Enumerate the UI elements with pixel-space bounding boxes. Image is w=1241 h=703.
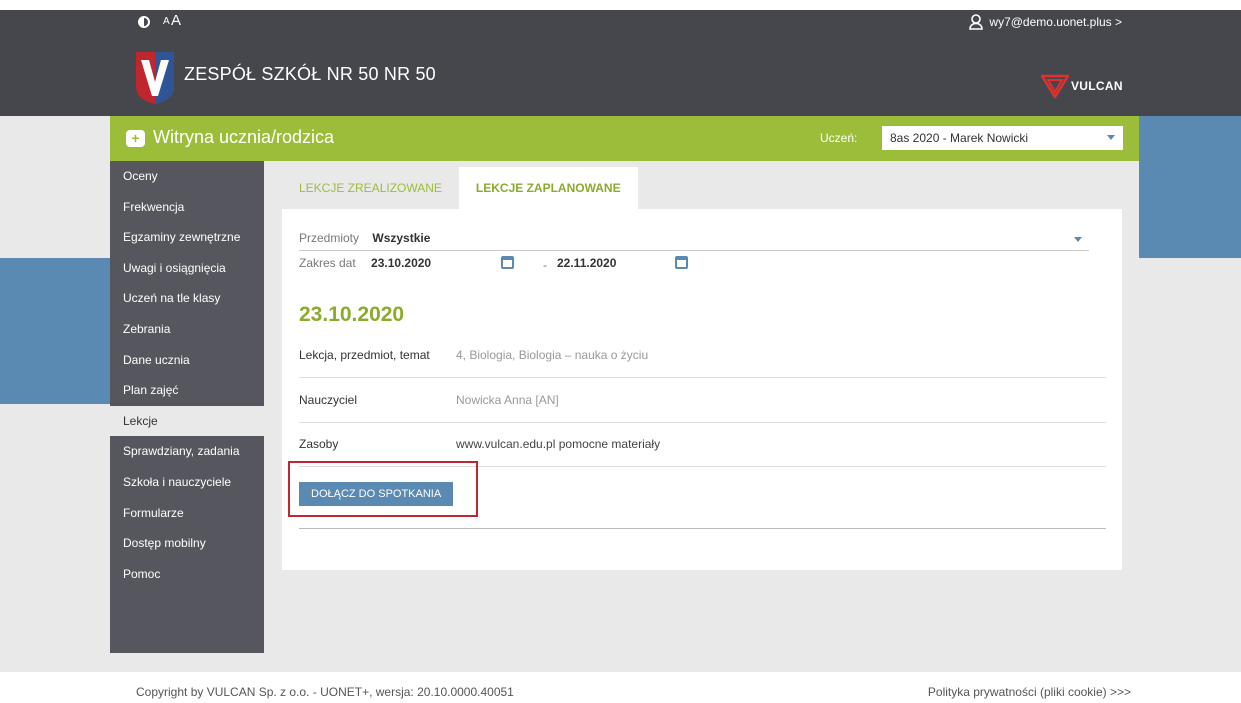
date-range-separator: - <box>543 258 547 272</box>
divider <box>299 528 1106 529</box>
font-size-small-button[interactable]: A <box>163 16 170 27</box>
resources-label: Zasoby <box>299 437 339 451</box>
school-name: ZESPÓŁ SZKÓŁ NR 50 NR 50 <box>184 64 436 84</box>
lesson-row: Lekcja, przedmiot, temat 4, Biologia, Bi… <box>299 333 1106 378</box>
decor-block-left <box>0 258 110 404</box>
lesson-date-heading: 23.10.2020 <box>299 303 405 326</box>
app-bar: + Witryna ucznia/rodzica Uczeń: 8as 2020… <box>110 116 1139 161</box>
subjects-label: Przedmioty <box>299 231 360 245</box>
resources-link[interactable]: www.vulcan.edu.pl pomocne materiały <box>456 437 660 451</box>
app-title: Witryna ucznia/rodzica <box>153 127 335 147</box>
teacher-label: Nauczyciel <box>299 393 358 407</box>
sidebar-item[interactable]: Dane ucznia <box>110 345 264 376</box>
sidebar-item[interactable]: Szkoła i nauczyciele <box>110 467 264 498</box>
sidebar-item[interactable]: Pomoc <box>110 559 264 590</box>
sidebar-item[interactable]: Uczeń na tle klasy <box>110 283 264 314</box>
contrast-icon[interactable] <box>138 16 150 28</box>
teacher-row: Nauczyciel Nowicka Anna [AN] <box>299 378 1106 423</box>
subjects-value: Wszystkie <box>372 231 431 245</box>
chevron-down-icon <box>1074 237 1082 242</box>
user-icon <box>969 14 984 30</box>
copyright-text: Copyright by VULCAN Sp. z o.o. - UONET+,… <box>136 685 514 699</box>
sidebar: Oceny Frekwencja Egzaminy zewnętrzne Uwagi … <box>110 161 264 653</box>
calendar-icon[interactable] <box>501 256 514 269</box>
tab-bar: LEKCJE ZREALIZOWANE LEKCJE ZAPLANOWANE <box>282 167 638 209</box>
school-logo <box>136 52 174 104</box>
date-range-label: Zakres dat <box>299 256 356 270</box>
subjects-filter[interactable]: Przedmioty Wszystkie <box>299 231 1089 251</box>
lesson-label: Lekcja, przedmiot, temat <box>299 348 430 362</box>
sidebar-item[interactable]: Dostęp mobilny <box>110 528 264 559</box>
sidebar-item[interactable]: Sprawdziany, zadania <box>110 436 264 467</box>
vulcan-brand-text: VULCAN <box>1071 79 1123 93</box>
student-select-value: 8as 2020 - Marek Nowicki <box>890 131 1029 145</box>
user-account-link[interactable]: wy7@demo.uonet.plus > <box>969 14 1122 30</box>
vulcan-logo-icon <box>1041 74 1069 98</box>
chevron-down-icon <box>1107 135 1115 140</box>
sidebar-item[interactable]: Frekwencja <box>110 192 264 223</box>
tab-completed-lessons[interactable]: LEKCJE ZREALIZOWANE <box>282 167 459 209</box>
date-to-field[interactable]: 22.11.2020 <box>557 256 616 270</box>
font-size-large-button[interactable]: A <box>171 12 181 29</box>
join-meeting-button[interactable]: DOŁĄCZ DO SPOTKANIA <box>299 482 454 506</box>
chat-plus-icon: + <box>126 130 145 147</box>
sidebar-item[interactable]: Uwagi i osiągnięcia <box>110 253 264 284</box>
date-from-field[interactable]: 23.10.2020 <box>371 256 431 270</box>
sidebar-item[interactable]: Formularze <box>110 498 264 529</box>
privacy-policy-link[interactable]: Polityka prywatności (pliki cookie) >>> <box>928 685 1131 699</box>
sidebar-item[interactable]: Zebrania <box>110 314 264 345</box>
user-email: wy7@demo.uonet.plus > <box>989 15 1122 29</box>
student-select[interactable]: 8as 2020 - Marek Nowicki <box>882 126 1123 150</box>
teacher-value: Nowicka Anna [AN] <box>456 393 559 407</box>
lessons-panel: Przedmioty Wszystkie Zakres dat 23.10.20… <box>282 209 1122 570</box>
vulcan-logo: VULCAN <box>1041 74 1123 98</box>
decor-block-right <box>1139 116 1241 258</box>
sidebar-item[interactable]: Oceny <box>110 161 264 192</box>
date-range-filter: Zakres dat 23.10.2020 - 22.11.2020 <box>299 256 688 278</box>
tab-planned-lessons[interactable]: LEKCJE ZAPLANOWANE <box>458 167 638 209</box>
lesson-value: 4, Biologia, Biologia – nauka o życiu <box>456 348 649 362</box>
student-label: Uczeń: <box>820 131 858 145</box>
sidebar-item[interactable]: Plan zajęć <box>110 375 264 406</box>
calendar-icon[interactable] <box>675 256 688 269</box>
sidebar-item[interactable]: Lekcje <box>110 405 264 437</box>
sidebar-item[interactable]: Egzaminy zewnętrzne <box>110 222 264 253</box>
